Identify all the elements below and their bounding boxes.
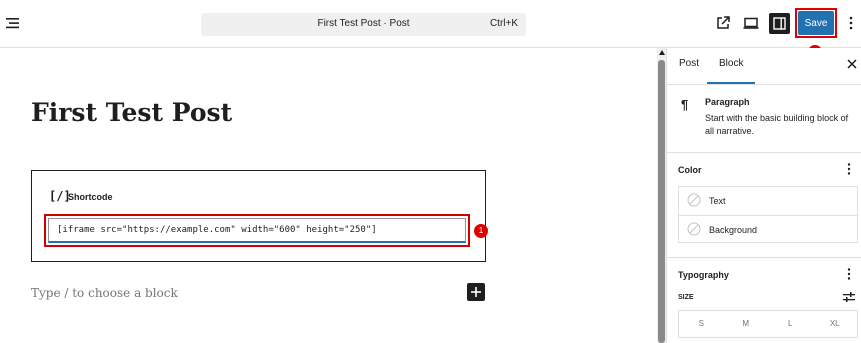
font-size-picker: S M L XL — [678, 310, 858, 338]
editor-canvas: First Test Post [/] Shortcode 1 Type / t… — [0, 48, 657, 343]
color-text-label: Text — [709, 196, 726, 206]
block-placeholder[interactable]: Type / to choose a block — [31, 286, 178, 300]
tab-block[interactable]: Block — [719, 58, 743, 69]
external-link-icon[interactable] — [715, 15, 731, 31]
plus-icon — [471, 287, 481, 297]
document-title: First Test Post · Post — [317, 18, 410, 29]
command-palette-bar[interactable]: First Test Post · Post Ctrl+K — [201, 13, 526, 36]
divider — [667, 257, 861, 258]
color-text-option[interactable]: Text — [679, 187, 857, 215]
close-icon[interactable] — [847, 59, 857, 69]
save-button[interactable]: Save — [798, 11, 834, 35]
shortcut-hint: Ctrl+K — [489, 18, 518, 29]
editor-scrollbar[interactable] — [657, 48, 666, 343]
color-background-option[interactable]: Background — [679, 215, 857, 244]
no-color-icon — [687, 193, 701, 207]
no-color-icon — [687, 222, 701, 236]
desktop-preview-icon[interactable] — [743, 15, 759, 31]
scrollbar-thumb[interactable] — [658, 60, 665, 343]
post-title[interactable]: First Test Post — [31, 98, 232, 127]
typography-panel-title[interactable]: Typography — [678, 270, 729, 280]
block-name: Paragraph — [705, 97, 750, 107]
typography-options-icon[interactable] — [847, 268, 851, 280]
color-options-icon[interactable] — [847, 163, 851, 175]
settings-sliders-icon[interactable] — [843, 291, 855, 303]
shortcode-block[interactable]: [/] Shortcode — [31, 170, 486, 262]
paragraph-icon: ¶ — [681, 97, 689, 112]
color-panel-title[interactable]: Color — [678, 165, 702, 175]
block-description: Start with the basic building block of a… — [705, 113, 849, 136]
add-block-button[interactable] — [467, 283, 485, 301]
scroll-up-arrow-icon[interactable] — [659, 50, 665, 55]
font-size-option-s[interactable]: S — [679, 311, 724, 337]
font-size-option-l[interactable]: L — [768, 311, 813, 337]
more-vertical-icon[interactable] — [849, 16, 853, 30]
settings-sidebar: Post Block ¶ Paragraph Start with the ba… — [666, 48, 861, 343]
font-size-option-xl[interactable]: XL — [813, 311, 858, 337]
color-settings-group: Text Background — [678, 186, 858, 243]
divider — [667, 84, 861, 85]
font-size-label: SIZE — [678, 294, 694, 301]
color-background-label: Background — [709, 225, 758, 235]
sidebar-toggle-icon — [773, 17, 786, 30]
menu-icon[interactable] — [5, 15, 21, 31]
annotation-badge-1: 1 — [474, 224, 488, 238]
font-size-option-m[interactable]: M — [724, 311, 769, 337]
tab-post[interactable]: Post — [679, 58, 699, 69]
editor-topbar: First Test Post · Post Ctrl+K Save 2 — [0, 0, 861, 59]
sidebar-toggle-button[interactable] — [769, 13, 790, 34]
shortcode-label: Shortcode — [68, 192, 113, 202]
shortcode-input[interactable] — [48, 218, 466, 243]
divider — [667, 152, 861, 153]
